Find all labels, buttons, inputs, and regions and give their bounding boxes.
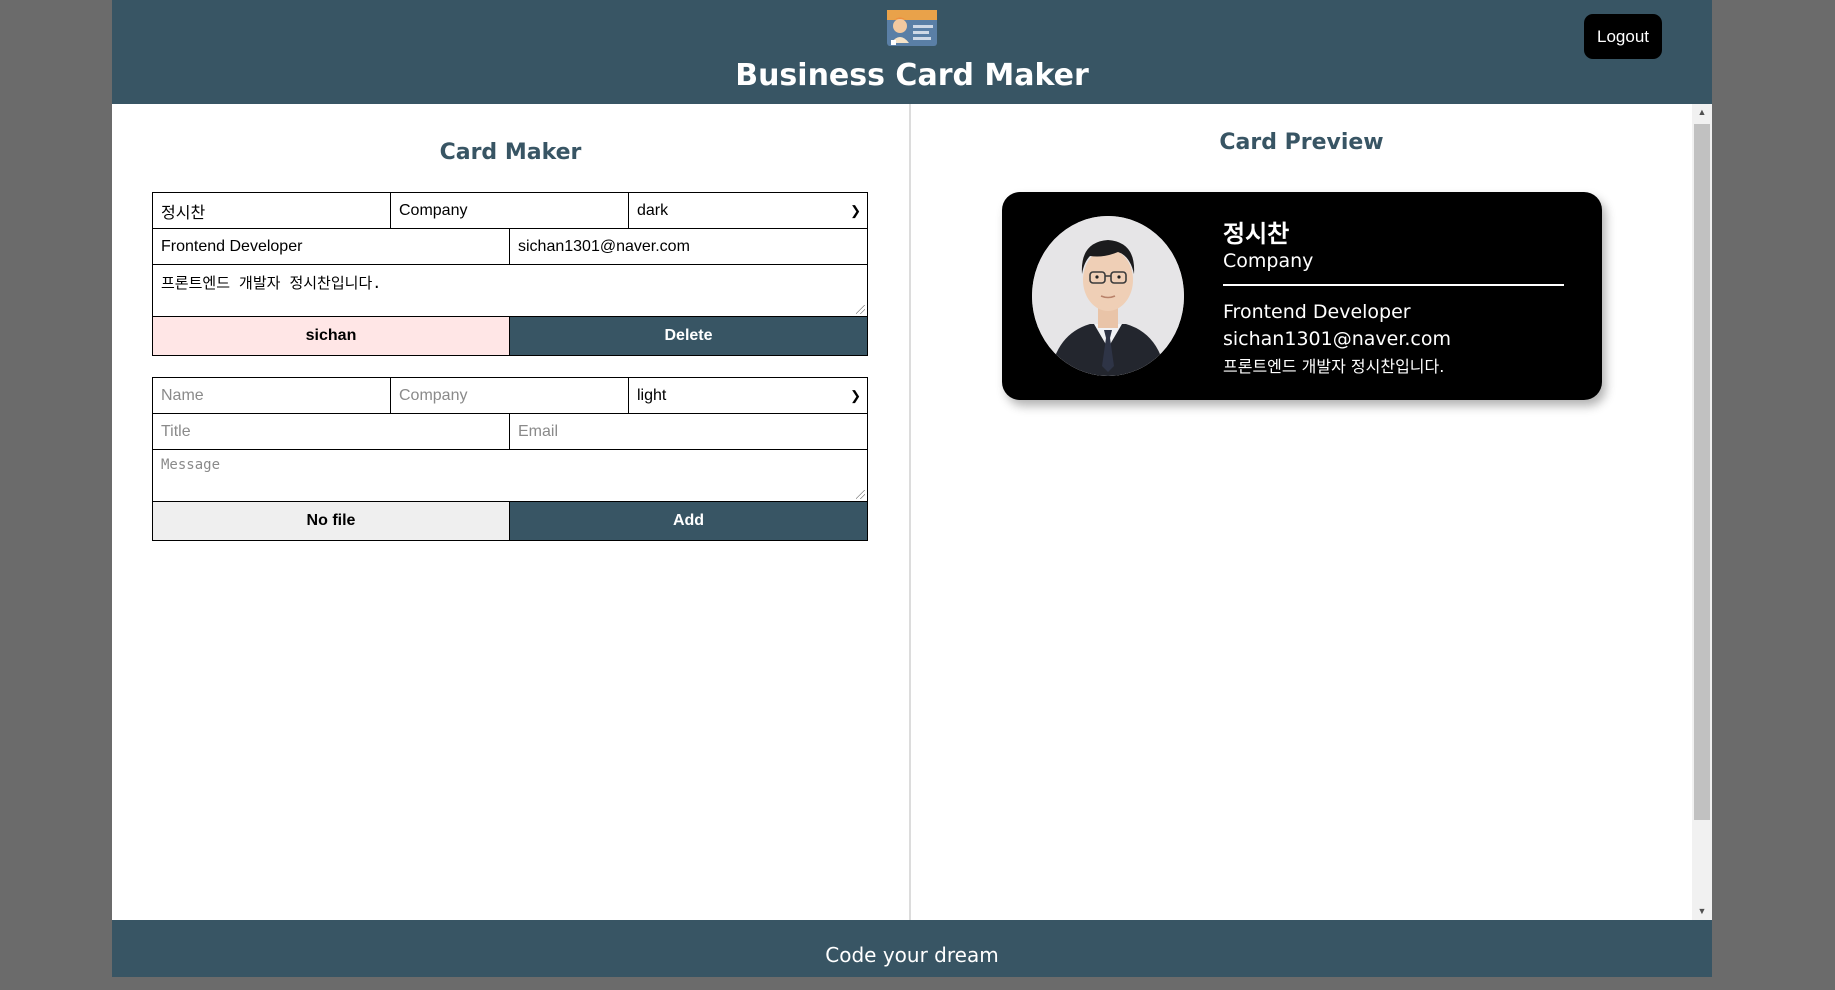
resize-grip-icon[interactable]: [856, 490, 865, 499]
card-company: Company: [1223, 250, 1314, 272]
existing-card-form: 정시찬 Company dark ❯ Frontend Developer si…: [152, 192, 868, 356]
form-row: Frontend Developer sichan1301@naver.com: [153, 229, 867, 265]
card-divider: [1223, 284, 1564, 286]
add-button[interactable]: Add: [510, 502, 867, 540]
card-maker-panel: Card Maker 정시찬 Company dark ❯ Frontend D…: [112, 104, 911, 920]
logout-button[interactable]: Logout: [1584, 14, 1662, 59]
company-input[interactable]: Company: [391, 378, 629, 413]
title-field[interactable]: Frontend Developer: [153, 229, 510, 264]
preview-scrollbar[interactable]: ▲ ▼: [1692, 104, 1712, 920]
theme-select[interactable]: dark ❯: [629, 193, 867, 228]
message-placeholder: Message: [161, 457, 221, 473]
scroll-down-arrow-icon[interactable]: ▼: [1692, 903, 1712, 920]
theme-select[interactable]: light ❯: [629, 378, 867, 413]
chevron-down-icon: ❯: [850, 387, 861, 403]
avatar: [1032, 216, 1184, 376]
name-field[interactable]: 정시찬: [153, 193, 391, 228]
scroll-up-arrow-icon[interactable]: ▲: [1692, 104, 1712, 121]
card-email: sichan1301@naver.com: [1223, 328, 1452, 350]
card-preview-title: Card Preview: [1219, 130, 1384, 155]
file-upload-button[interactable]: sichan: [153, 317, 510, 355]
name-input[interactable]: Name: [153, 378, 391, 413]
card-maker-title: Card Maker: [439, 140, 582, 165]
theme-select-value: dark: [637, 201, 669, 219]
scroll-thumb[interactable]: [1694, 124, 1710, 820]
business-card-logo-icon: [887, 10, 937, 46]
message-text: 프론트엔드 개발자 정시찬입니다.: [161, 274, 382, 292]
footer: Code your dream: [112, 920, 1712, 977]
company-field[interactable]: Company: [391, 193, 629, 228]
footer-text: Code your dream: [825, 943, 999, 967]
app-title: Business Card Maker: [735, 58, 1089, 93]
new-card-form: Name Company light ❯ Title Email Message…: [152, 377, 868, 541]
card-message: 프론트엔드 개발자 정시찬입니다.: [1223, 357, 1445, 376]
message-field[interactable]: 프론트엔드 개발자 정시찬입니다.: [153, 265, 867, 316]
app-container: Business Card Maker Logout Card Maker 정시…: [112, 0, 1712, 977]
form-row: 정시찬 Company dark ❯: [153, 193, 867, 229]
form-row: Name Company light ❯: [153, 378, 867, 414]
form-row: 프론트엔드 개발자 정시찬입니다.: [153, 265, 867, 317]
form-row: Title Email: [153, 414, 867, 450]
profile-photo: [1032, 216, 1184, 376]
card-name: 정시찬: [1223, 220, 1290, 248]
resize-grip-icon[interactable]: [856, 305, 865, 314]
chevron-down-icon: ❯: [850, 202, 861, 218]
form-row: sichan Delete: [153, 317, 867, 355]
file-upload-button[interactable]: No file: [153, 502, 510, 540]
form-row: Message: [153, 450, 867, 502]
title-input[interactable]: Title: [153, 414, 510, 449]
card-title: Frontend Developer: [1223, 301, 1411, 323]
card-preview-panel: Card Preview 정시찬 Company Frontend Develo…: [911, 104, 1692, 920]
business-card[interactable]: 정시찬 Company Frontend Developer sichan130…: [1002, 192, 1602, 400]
form-row: No file Add: [153, 502, 867, 540]
theme-select-value: light: [637, 386, 667, 404]
email-input[interactable]: Email: [510, 414, 867, 449]
delete-button[interactable]: Delete: [510, 317, 867, 355]
email-field[interactable]: sichan1301@naver.com: [510, 229, 867, 264]
header: Business Card Maker Logout: [112, 0, 1712, 104]
message-input[interactable]: Message: [153, 450, 867, 501]
